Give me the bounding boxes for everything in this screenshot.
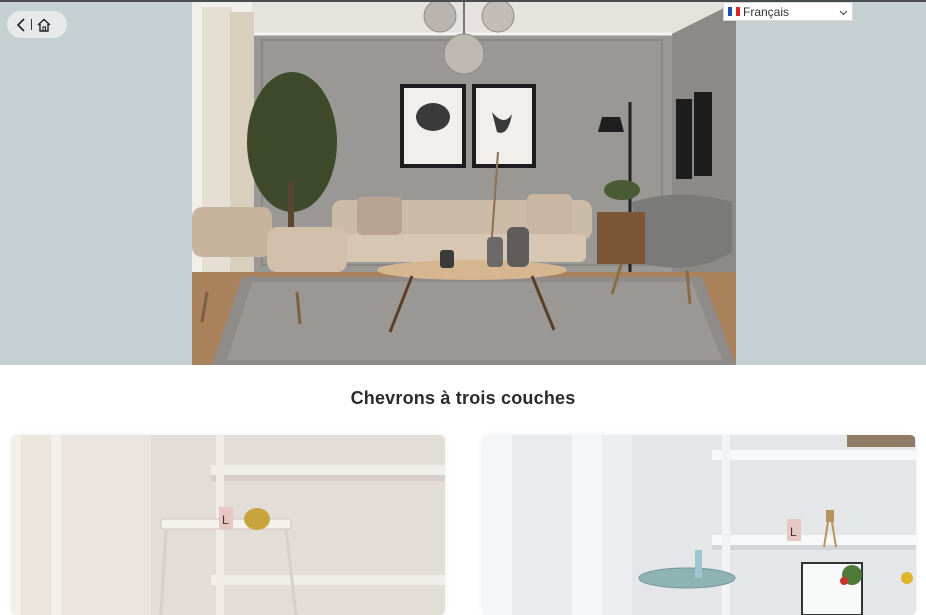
language-selector[interactable]: Français bbox=[723, 2, 853, 21]
svg-text:L: L bbox=[222, 513, 229, 527]
svg-text:L: L bbox=[790, 525, 797, 539]
french-flag-icon bbox=[728, 7, 740, 16]
hero-banner bbox=[0, 2, 926, 365]
back-arrow-icon[interactable] bbox=[16, 17, 26, 32]
navigation-pill bbox=[7, 11, 67, 38]
hero-living-room-image bbox=[192, 2, 736, 365]
chevron-down-icon bbox=[839, 5, 848, 19]
language-label: Français bbox=[743, 4, 790, 19]
product-image-card[interactable]: L bbox=[482, 435, 916, 615]
nav-divider bbox=[31, 19, 32, 30]
product-image-card[interactable]: L bbox=[11, 435, 445, 615]
home-icon[interactable] bbox=[37, 18, 51, 32]
section-title: Chevrons à trois couches bbox=[350, 388, 576, 408]
